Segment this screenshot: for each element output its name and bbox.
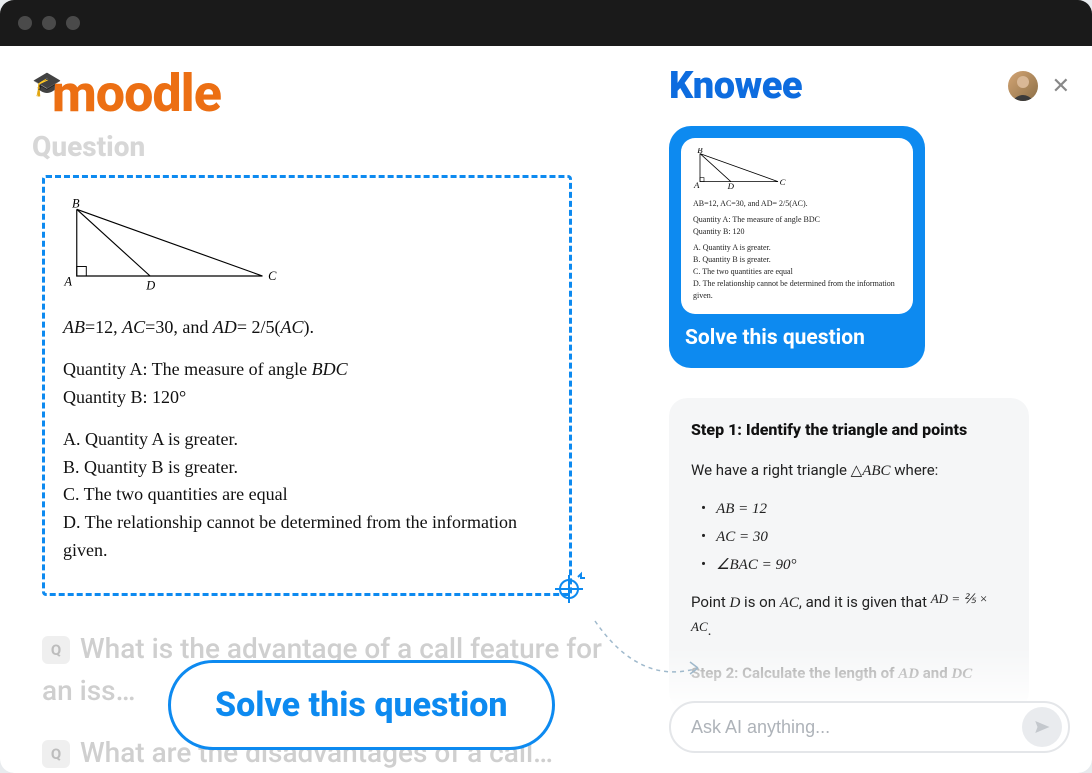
answer-point-d: Point D is on AC, and it is given that A…	[691, 589, 1007, 644]
grad-cap-icon: 🎓	[32, 70, 62, 98]
send-icon	[1033, 718, 1051, 736]
screenshot-selection[interactable]: B A D C AB=12, AC=30, and AD= 2/5(AC). Q…	[42, 175, 572, 596]
q-badge-icon: Q	[42, 636, 70, 664]
question-line1: AB=12, AC=30, and AD= 2/5(AC).	[63, 314, 551, 342]
q-badge-icon: Q	[42, 740, 70, 768]
step1-title: Step 1: Identify the triangle and points	[691, 420, 1007, 439]
crop-handle-icon[interactable]	[551, 571, 587, 607]
step2-title: Step 2: Calculate the length of AD and D…	[691, 660, 1007, 688]
svg-text:A: A	[63, 275, 72, 289]
chat-input-bar[interactable]	[669, 701, 1070, 753]
svg-text:C: C	[780, 177, 786, 187]
send-button[interactable]	[1022, 707, 1062, 747]
question-heading: Question	[32, 130, 612, 163]
option-c: C. The two quantities are equal	[63, 481, 551, 509]
question-text: AB=12, AC=30, and AD= 2/5(AC). Quantity …	[63, 314, 551, 565]
triangle-diagram: B A D C	[57, 196, 287, 296]
svg-text:B: B	[72, 196, 80, 210]
window-close-dot[interactable]	[18, 16, 32, 30]
svg-text:D: D	[727, 181, 735, 190]
moodle-logo: 🎓 moodle	[28, 68, 612, 120]
option-b: B. Quantity B is greater.	[63, 454, 551, 482]
answer-panel: Step 1: Identify the triangle and points…	[669, 398, 1029, 710]
question-preview: B A D C AB=12, AC=30, and AD= 2/5(AC). Q…	[681, 138, 913, 314]
browser-window: 🎓 moodle Question B A D C AB=12, AC=30, …	[0, 0, 1092, 773]
quantity-a: Quantity A: The measure of angle BDC	[63, 356, 551, 384]
bullet-ac: AC = 30	[701, 523, 1007, 551]
option-a: A. Quantity A is greater.	[63, 426, 551, 454]
chat-input[interactable]	[691, 717, 1022, 738]
question-card[interactable]: B A D C AB=12, AC=30, and AD= 2/5(AC). Q…	[669, 126, 925, 368]
moodle-wordmark: moodle	[52, 68, 221, 120]
window-titlebar	[0, 0, 1092, 46]
window-max-dot[interactable]	[66, 16, 80, 30]
quantity-b: Quantity B: 120°	[63, 384, 551, 412]
knowee-logo: Knowee	[669, 64, 802, 108]
answer-intro: We have a right triangle △△ABCABC where:	[691, 457, 1007, 485]
solve-question-button[interactable]: Solve this question	[168, 660, 555, 750]
arrow-icon	[590, 616, 710, 716]
svg-text:A: A	[693, 180, 700, 190]
close-icon[interactable]: ✕	[1052, 74, 1070, 99]
svg-text:C: C	[268, 269, 277, 283]
bullet-angle: ∠BAC = 90°	[701, 551, 1007, 579]
window-min-dot[interactable]	[42, 16, 56, 30]
option-d: D. The relationship cannot be determined…	[63, 509, 551, 565]
svg-text:D: D	[145, 278, 155, 292]
svg-text:B: B	[697, 148, 703, 155]
card-cta-label: Solve this question	[685, 326, 913, 350]
bullet-ab: AB = 12	[701, 495, 1007, 523]
user-avatar[interactable]	[1008, 71, 1038, 101]
